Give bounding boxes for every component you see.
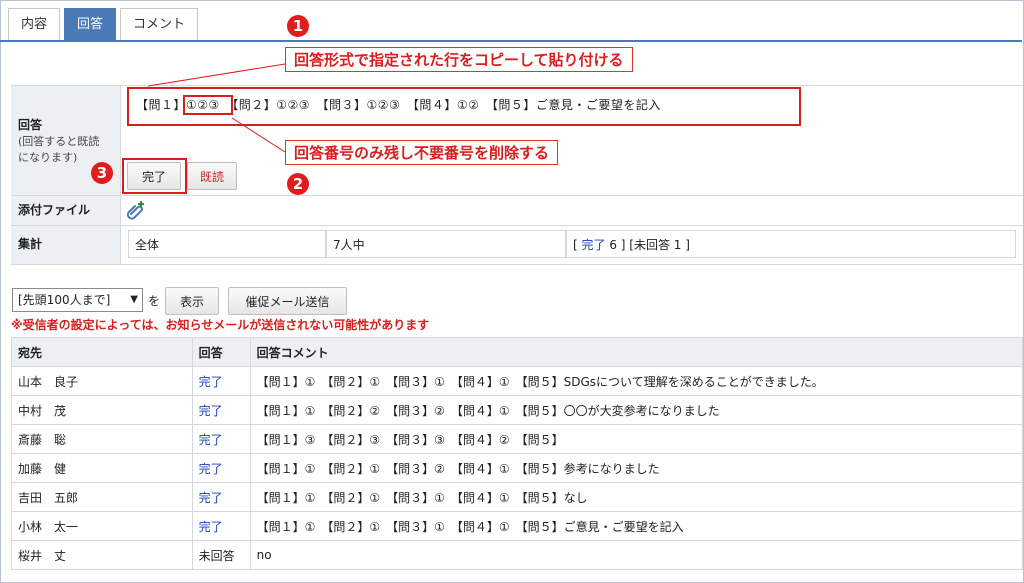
table-row: 小林 太一 完了 【問１】① 【問２】① 【問３】① 【問４】① 【問５】ご意見… — [11, 511, 1024, 541]
row-name: 桜井 丈 — [11, 540, 193, 570]
table-row: 桜井 丈 未回答 no — [11, 540, 1024, 570]
row-status-link[interactable]: 完了 — [191, 453, 251, 483]
col-answer: 回答 — [191, 337, 251, 367]
range-select-value: [先頭100人まで] — [18, 293, 111, 307]
table-row: 加藤 健 完了 【問１】① 【問２】① 【問３】② 【問４】① 【問５】参考にな… — [11, 453, 1024, 483]
row-comment: no — [249, 540, 1024, 570]
row-comment: 【問１】① 【問２】① 【問３】① 【問４】① 【問５】なし — [249, 482, 1024, 512]
chevron-down-icon: ▼ — [130, 294, 138, 305]
row-comment: 【問１】① 【問２】① 【問３】② 【問４】① 【問５】参考になりました — [249, 453, 1024, 483]
badge-step-2: 2 — [287, 173, 309, 195]
table-row: 山本 良子 完了 【問１】① 【問２】① 【問３】① 【問４】① 【問５】SDG… — [11, 366, 1024, 396]
number-highlight-box — [183, 95, 233, 115]
callout-delete-numbers: 回答番号のみ残し不要番号を削除する — [285, 140, 559, 165]
callout-copy-paste: 回答形式で指定された行をコピーして貼り付ける — [285, 47, 633, 72]
row-name: 加藤 健 — [11, 453, 193, 483]
row-status-link[interactable]: 完了 — [191, 424, 251, 454]
table-row: 斎藤 聡 完了 【問１】③ 【問２】③ 【問３】③ 【問４】② 【問５】 — [11, 424, 1024, 454]
row-status-link[interactable]: 完了 — [191, 366, 251, 396]
range-select[interactable]: [先頭100人まで] ▼ — [12, 288, 143, 312]
row-comment: 【問１】① 【問２】② 【問３】② 【問４】① 【問５】〇〇が大変参考になりまし… — [249, 395, 1024, 425]
row-name: 山本 良子 — [11, 366, 193, 396]
particle-wo: を — [148, 294, 161, 308]
col-comment: 回答コメント — [249, 337, 1024, 367]
recipient-table: 宛先 回答 回答コメント 山本 良子 完了 【問１】① 【問２】① 【問３】① … — [11, 337, 1024, 570]
badge-step-3: 3 — [91, 162, 113, 184]
badge-step-1: 1 — [287, 15, 309, 37]
table-header-row: 宛先 回答 回答コメント — [11, 337, 1024, 367]
col-recipient: 宛先 — [11, 337, 193, 367]
remind-mail-button[interactable]: 催促メール送信 — [228, 287, 347, 315]
row-comment: 【問１】① 【問２】① 【問３】① 【問４】① 【問５】SDGsについて理解を深… — [249, 366, 1024, 396]
row-status: 未回答 — [191, 540, 251, 570]
row-status-link[interactable]: 完了 — [191, 511, 251, 541]
row-status-link[interactable]: 完了 — [191, 482, 251, 512]
show-button[interactable]: 表示 — [165, 287, 219, 315]
table-row: 中村 茂 完了 【問１】① 【問２】② 【問３】② 【問４】① 【問５】〇〇が大… — [11, 395, 1024, 425]
row-name: 中村 茂 — [11, 395, 193, 425]
row-name: 斎藤 聡 — [11, 424, 193, 454]
table-row: 吉田 五郎 完了 【問１】① 【問２】① 【問３】① 【問４】① 【問５】なし — [11, 482, 1024, 512]
row-comment: 【問１】③ 【問２】③ 【問３】③ 【問４】② 【問５】 — [249, 424, 1024, 454]
complete-highlight-box — [122, 158, 187, 194]
row-name: 小林 太一 — [11, 511, 193, 541]
row-comment: 【問１】① 【問２】① 【問３】① 【問４】① 【問５】ご意見・ご要望を記入 — [249, 511, 1024, 541]
row-status-link[interactable]: 完了 — [191, 395, 251, 425]
row-name: 吉田 五郎 — [11, 482, 193, 512]
mail-warning: ※受信者の設定によっては、お知らせメールが送信されない可能性があります — [11, 318, 430, 332]
